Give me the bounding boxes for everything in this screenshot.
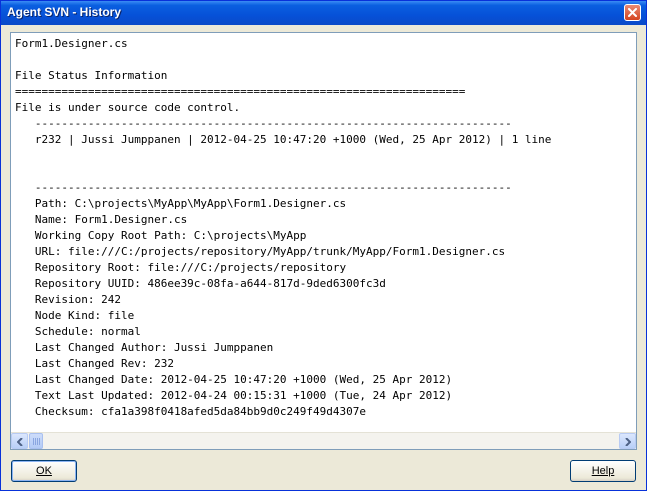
close-button[interactable]	[624, 4, 641, 21]
history-window: Agent SVN - History Form1.Designer.cs Fi…	[0, 0, 647, 491]
close-icon	[628, 8, 637, 17]
title-bar[interactable]: Agent SVN - History	[1, 1, 646, 25]
scroll-right-button[interactable]	[619, 433, 636, 449]
arrow-right-icon	[625, 438, 631, 446]
help-button-label: Help	[591, 465, 615, 477]
history-text-box[interactable]: Form1.Designer.cs File Status Informatio…	[10, 32, 637, 450]
scroll-left-button[interactable]	[11, 433, 28, 449]
dialog-client-area: Form1.Designer.cs File Status Informatio…	[4, 25, 643, 488]
ok-button-label: OK	[36, 465, 52, 477]
help-button[interactable]: Help	[570, 460, 636, 482]
history-text: Form1.Designer.cs File Status Informatio…	[15, 37, 552, 418]
arrow-left-icon	[17, 438, 23, 446]
ok-button[interactable]: OK	[11, 460, 77, 482]
horizontal-scrollbar[interactable]	[11, 432, 636, 449]
history-text-area[interactable]: Form1.Designer.cs File Status Informatio…	[11, 33, 636, 433]
scroll-thumb[interactable]	[29, 433, 43, 449]
window-title: Agent SVN - History	[7, 5, 122, 19]
